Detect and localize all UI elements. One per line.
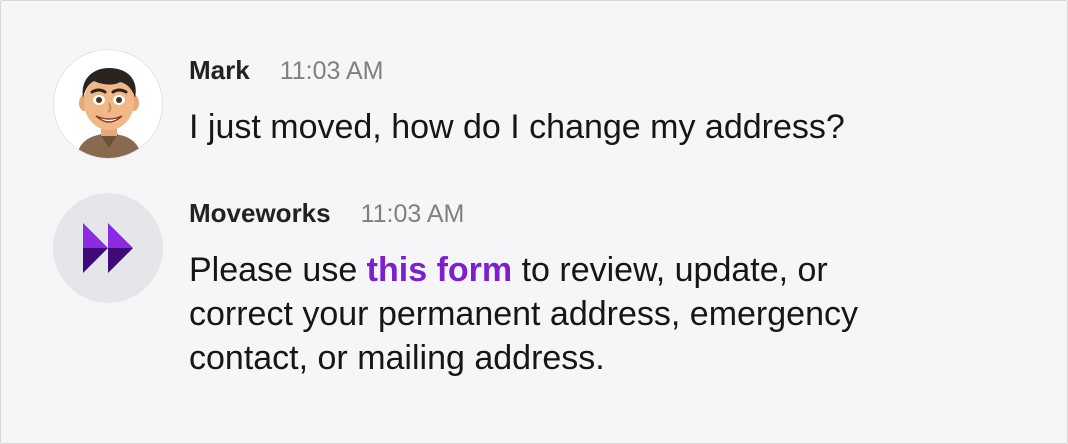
message-line-2: correct your permanent address, emergenc… bbox=[189, 295, 858, 333]
author-name[interactable]: Moveworks bbox=[189, 198, 331, 229]
message-header: Mark 11:03 AM bbox=[189, 55, 383, 86]
chat-panel: Mark 11:03 AM I just moved, how do I chan… bbox=[0, 0, 1068, 444]
form-link[interactable]: this form bbox=[367, 251, 512, 289]
user-avatar-icon bbox=[76, 68, 142, 158]
message-text: Please use this form to review, update, … bbox=[189, 248, 858, 380]
message-text: I just moved, how do I change my address… bbox=[189, 105, 845, 149]
text-before-link: Please use bbox=[189, 251, 367, 289]
timestamp: 11:03 AM bbox=[279, 57, 384, 85]
avatar[interactable] bbox=[53, 49, 163, 159]
message-line-3: contact, or mailing address. bbox=[189, 339, 605, 377]
message-line-1: Please use this form to review, update, … bbox=[189, 248, 858, 292]
author-name[interactable]: Mark bbox=[189, 55, 250, 86]
moveworks-logo-icon bbox=[83, 223, 133, 273]
text-after-link: to review, update, or bbox=[512, 251, 828, 289]
timestamp: 11:03 AM bbox=[360, 200, 465, 228]
bot-avatar[interactable] bbox=[53, 193, 163, 303]
message-text-content: I just moved, how do I change my address… bbox=[189, 108, 845, 146]
message-header: Moveworks 11:03 AM bbox=[189, 198, 464, 229]
